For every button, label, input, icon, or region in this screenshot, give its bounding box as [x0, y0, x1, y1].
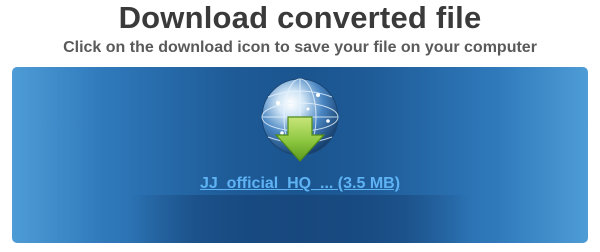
- page-subtitle: Click on the download icon to save your …: [63, 39, 537, 56]
- download-file-link[interactable]: JJ_official_HQ_... (3.5 MB): [12, 174, 588, 194]
- globe-download-arrow-icon[interactable]: [258, 75, 342, 165]
- download-panel: JJ_official_HQ_... (3.5 MB): [12, 67, 588, 243]
- page-title: Download converted file: [118, 0, 482, 35]
- download-page: Download converted file Click on the dow…: [0, 0, 600, 252]
- panel-shade: [130, 195, 470, 243]
